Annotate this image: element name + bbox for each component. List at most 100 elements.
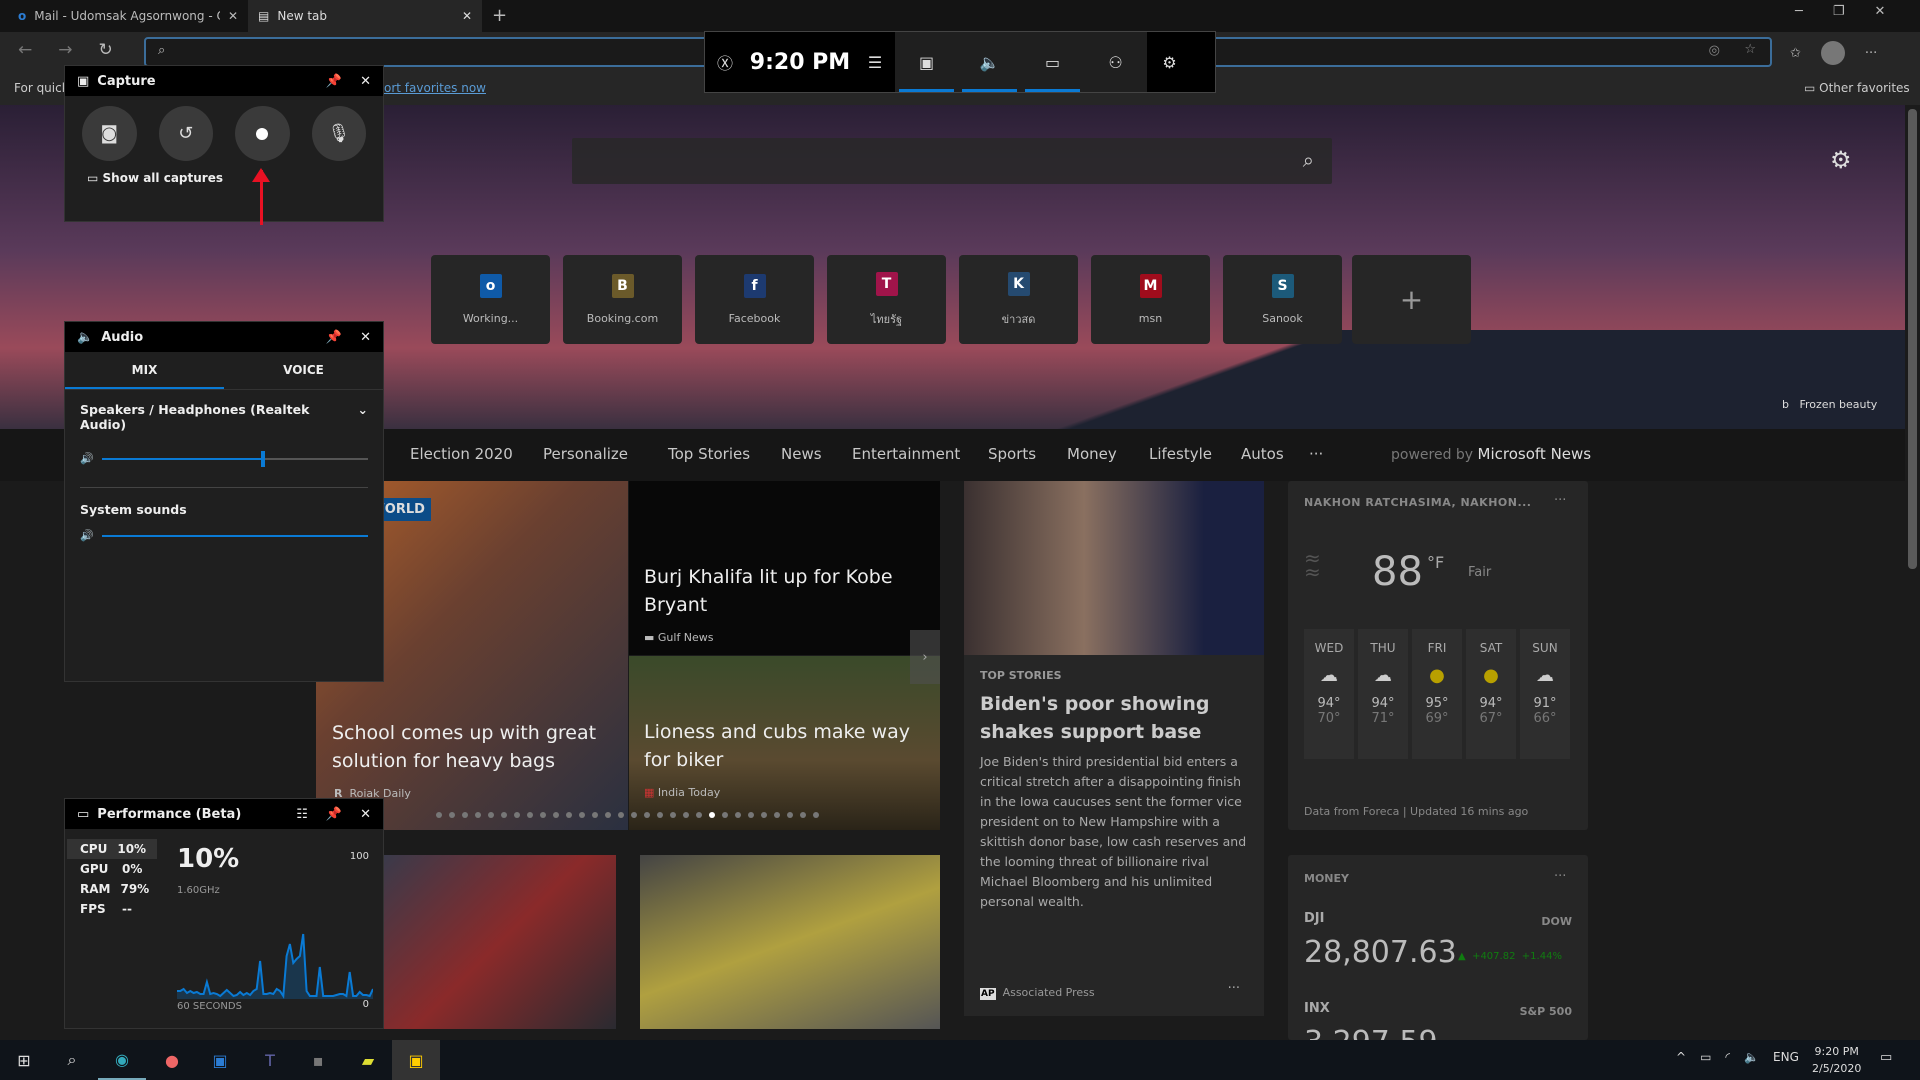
start-button[interactable]: ⊞ <box>0 1040 48 1080</box>
record-last-button[interactable]: ↺ <box>158 106 213 161</box>
carousel-dot[interactable] <box>514 812 520 818</box>
show-all-captures-link[interactable]: ▭ Show all captures <box>65 171 383 185</box>
news-nav-item[interactable]: ··· <box>1309 445 1323 463</box>
forecast-day[interactable]: FRI ● 95° 69° <box>1412 629 1462 759</box>
sticky-notes-icon[interactable]: ▰ <box>344 1040 392 1080</box>
start-recording-button[interactable] <box>235 106 290 161</box>
device-select[interactable]: Speakers / Headphones (Realtek Audio) ⌄ <box>65 390 383 444</box>
forecast-day[interactable]: WED ☁ 94° 70° <box>1304 629 1354 759</box>
capture-widget-icon[interactable]: ▣ <box>895 32 958 92</box>
carousel-dot[interactable] <box>631 812 637 818</box>
forward-button[interactable]: → <box>58 40 72 60</box>
pin-icon[interactable]: 📌 <box>326 330 342 345</box>
carousel-dot[interactable] <box>761 812 767 818</box>
settings-icon[interactable]: ⚙ <box>1147 32 1192 92</box>
news-card[interactable]: Lioness and cubs make way for biker ▦ In… <box>629 656 940 830</box>
carousel-dot[interactable] <box>800 812 806 818</box>
top-site-tile[interactable]: f Facebook <box>695 255 814 344</box>
carousel-dot[interactable] <box>527 812 533 818</box>
top-site-tile[interactable]: o Working... <box>431 255 550 344</box>
news-nav-item[interactable]: Personalize <box>543 445 628 463</box>
firefox-icon[interactable]: ● <box>148 1040 196 1080</box>
top-site-tile[interactable]: S Sanook <box>1223 255 1342 344</box>
carousel-dot[interactable] <box>462 812 468 818</box>
perf-stat-cpu[interactable]: CPU 10% <box>67 839 157 859</box>
search-icon[interactable]: ⌕ <box>48 1040 96 1080</box>
carousel-dot[interactable] <box>644 812 650 818</box>
top-site-tile[interactable]: K ข่าวสด <box>959 255 1078 344</box>
carousel-dot[interactable] <box>748 812 754 818</box>
star-icon[interactable]: ☆ <box>1744 42 1756 57</box>
scrollbar[interactable] <box>1905 105 1920 1040</box>
more-options-icon[interactable]: ··· <box>1554 869 1566 884</box>
language-indicator[interactable]: ENG <box>1773 1050 1799 1064</box>
close-tab-icon[interactable]: ✕ <box>228 9 238 23</box>
web-search-input[interactable]: ⌕ <box>572 138 1332 184</box>
carousel-dot[interactable] <box>592 812 598 818</box>
carousel-dot[interactable] <box>566 812 572 818</box>
restore-button[interactable]: ❐ <box>1833 4 1845 19</box>
carousel-dot[interactable] <box>813 812 819 818</box>
tab-mix[interactable]: MIX <box>65 352 224 389</box>
feature-news-card[interactable]: TOP STORIES Biden's poor showing shakes … <box>964 481 1264 1016</box>
pin-icon[interactable]: 📌 <box>326 807 342 822</box>
tracking-icon[interactable]: ◎ <box>1709 43 1720 58</box>
carousel-dot[interactable] <box>488 812 494 818</box>
page-settings-icon[interactable]: ⚙ <box>1830 146 1852 174</box>
forecast-day[interactable]: SAT ● 94° 67° <box>1466 629 1516 759</box>
more-icon[interactable]: ··· <box>1865 46 1877 61</box>
carousel-dot[interactable] <box>787 812 793 818</box>
volume-icon[interactable]: 🔈 <box>1744 1050 1759 1064</box>
social-widget-icon[interactable]: ⚇ <box>1084 32 1147 92</box>
xbox-icon[interactable]: Ⓧ <box>705 32 745 92</box>
carousel-dot[interactable] <box>696 812 702 818</box>
carousel-dots[interactable] <box>436 812 819 818</box>
battery-icon[interactable]: ▭ <box>1700 1050 1711 1064</box>
clock[interactable]: 9:20 PM 2/5/2020 <box>1812 1043 1861 1077</box>
carousel-dot[interactable] <box>670 812 676 818</box>
avatar[interactable] <box>1820 41 1845 65</box>
favorites-icon[interactable]: ✩ <box>1790 46 1801 61</box>
close-icon[interactable]: ✕ <box>360 330 371 345</box>
money-card[interactable]: MONEY ··· DJI DOW 28,807.63 ▲ +407.82 +1… <box>1288 855 1588 1040</box>
teams-icon[interactable]: T <box>246 1040 294 1080</box>
chevron-up-icon[interactable]: ^ <box>1676 1050 1686 1064</box>
tab-new-tab[interactable]: ▤ New tab ✕ <box>248 0 482 32</box>
app-icon[interactable]: ▪ <box>294 1040 342 1080</box>
refresh-button[interactable]: ↻ <box>99 40 113 60</box>
system-volume-slider[interactable] <box>101 534 368 537</box>
top-site-tile[interactable]: B Booking.com <box>563 255 682 344</box>
more-options-icon[interactable]: ··· <box>1554 493 1566 508</box>
close-icon[interactable]: ✕ <box>360 807 371 822</box>
carousel-dot[interactable] <box>540 812 546 818</box>
perf-stat-gpu[interactable]: GPU 0% <box>67 859 157 879</box>
carousel-dot[interactable] <box>683 812 689 818</box>
forecast-day[interactable]: SUN ☁ 91° 66° <box>1520 629 1570 759</box>
carousel-dot[interactable] <box>605 812 611 818</box>
game-bar-icon[interactable]: ▣ <box>392 1040 440 1080</box>
microsoft-news-link[interactable]: Microsoft News <box>1478 445 1592 463</box>
carousel-dot[interactable] <box>475 812 481 818</box>
carousel-dot[interactable] <box>735 812 741 818</box>
pin-icon[interactable]: 📌 <box>326 74 342 89</box>
news-nav-item[interactable]: Top Stories <box>668 445 750 463</box>
other-favorites[interactable]: ▭ Other favorites <box>1804 81 1910 95</box>
carousel-dot[interactable] <box>449 812 455 818</box>
import-favorites-link[interactable]: ort favorites now <box>384 81 486 95</box>
weather-card[interactable]: NAKHON RATCHASIMA, NAKHON... ··· ≈ ≈ 88 °… <box>1288 481 1588 830</box>
top-site-tile[interactable]: Mmsn <box>1091 255 1210 344</box>
carousel-dot[interactable] <box>774 812 780 818</box>
scrollbar-thumb[interactable] <box>1908 109 1917 569</box>
news-nav-item[interactable]: News <box>781 445 822 463</box>
mic-toggle-button[interactable]: 🎙 <box>311 106 366 161</box>
add-site-tile[interactable]: + <box>1352 255 1471 344</box>
carousel-next-button[interactable]: › <box>910 630 940 684</box>
news-nav-item[interactable]: Sports <box>988 445 1036 463</box>
close-window-button[interactable]: ✕ <box>1874 4 1885 19</box>
device-volume-slider[interactable] <box>101 450 368 467</box>
carousel-dot[interactable] <box>436 812 442 818</box>
close-tab-icon[interactable]: ✕ <box>462 9 472 23</box>
carousel-dot[interactable] <box>722 812 728 818</box>
news-nav-item[interactable]: Autos <box>1241 445 1284 463</box>
wifi-icon[interactable]: ◜ <box>1725 1050 1730 1064</box>
